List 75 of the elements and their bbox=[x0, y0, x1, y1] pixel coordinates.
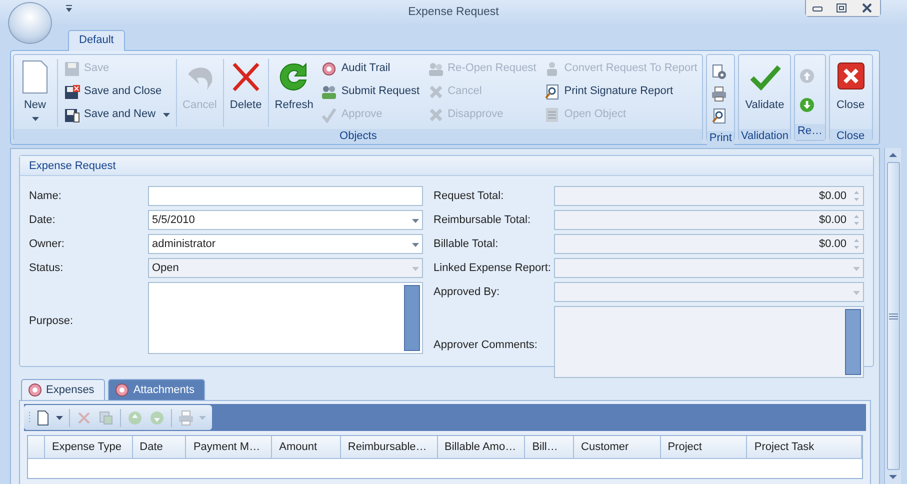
ribbon-button[interactable]: New bbox=[16, 57, 54, 129]
magnifier-page-icon bbox=[711, 108, 728, 124]
field-label: Status: bbox=[29, 261, 64, 276]
customize-toolbar-icon[interactable] bbox=[64, 4, 74, 14]
caret-icon bbox=[852, 266, 860, 270]
field-label: Owner: bbox=[29, 237, 66, 252]
column-header[interactable]: Date bbox=[132, 436, 186, 458]
check-icon bbox=[321, 106, 338, 122]
text-area[interactable] bbox=[148, 282, 423, 354]
document-icon bbox=[544, 106, 560, 122]
caret-icon bbox=[412, 266, 419, 270]
x-icon bbox=[428, 106, 444, 122]
panel-title: Expense Request bbox=[20, 156, 873, 176]
group-label: Re… bbox=[795, 124, 825, 140]
field-label: Date: bbox=[29, 213, 56, 228]
ribbon-button[interactable]: Audit Trail bbox=[318, 57, 423, 80]
copy-icon bbox=[98, 410, 114, 426]
ribbon-button[interactable]: Delete bbox=[226, 57, 265, 129]
caret-icon bbox=[412, 218, 419, 222]
column-header[interactable]: Bill… bbox=[525, 436, 574, 458]
application-menu-button[interactable] bbox=[8, 2, 52, 44]
minimize-icon bbox=[812, 4, 824, 12]
minimize-button[interactable] bbox=[806, 0, 830, 16]
column-header[interactable]: Project bbox=[660, 436, 748, 458]
field-label: Purpose: bbox=[29, 314, 74, 329]
window-title: Expense Request bbox=[408, 5, 499, 20]
dropdown-field[interactable]: administrator bbox=[148, 234, 423, 254]
magnifier-page-icon bbox=[544, 84, 560, 100]
column-header[interactable]: Customer bbox=[574, 436, 661, 458]
ribbon-button[interactable]: Submit Request bbox=[318, 80, 423, 103]
close-icon bbox=[861, 3, 873, 13]
group-label: Objects bbox=[14, 129, 702, 144]
ribbon-button[interactable]: Validate bbox=[742, 57, 788, 129]
column-header[interactable]: Amount bbox=[272, 436, 341, 458]
close-window-button[interactable] bbox=[854, 0, 880, 16]
ribbon-tab[interactable]: Default bbox=[68, 30, 125, 51]
column-header[interactable]: Expense Type bbox=[44, 436, 133, 458]
caret-icon bbox=[852, 290, 860, 294]
printer-icon bbox=[178, 410, 194, 426]
ribbon-button[interactable]: Print Signature Report bbox=[541, 80, 700, 103]
printer-icon bbox=[711, 86, 728, 102]
ribbon-button[interactable]: Save and New bbox=[61, 103, 173, 126]
field-label: Reimbursable Total: bbox=[434, 213, 532, 228]
restore-icon bbox=[836, 3, 848, 13]
group-label: Close bbox=[830, 129, 872, 144]
spin-arrows-icon bbox=[852, 189, 860, 203]
spin-arrows-icon bbox=[852, 237, 860, 251]
scrollbar[interactable] bbox=[404, 285, 420, 351]
caret-icon bbox=[412, 242, 419, 246]
column-header[interactable]: Payment M… bbox=[186, 436, 272, 458]
group-label: Print bbox=[707, 131, 734, 146]
grip-icon bbox=[888, 312, 898, 320]
page-settings-icon bbox=[711, 64, 728, 80]
x-icon bbox=[428, 84, 444, 100]
field-label: Billable Total: bbox=[434, 237, 500, 252]
vertical-scrollbar[interactable] bbox=[884, 148, 901, 484]
field-label: Name: bbox=[29, 189, 62, 204]
spin-arrows-icon bbox=[852, 213, 860, 227]
field-label: Linked Expense Report: bbox=[434, 261, 552, 276]
tab[interactable]: Attachments bbox=[108, 379, 206, 400]
tab[interactable]: Expenses bbox=[21, 379, 106, 400]
ribbon-button[interactable]: Refresh bbox=[272, 57, 316, 129]
delete-x-icon bbox=[76, 410, 92, 426]
dropdown-field[interactable]: 5/5/2010 bbox=[148, 210, 423, 230]
ribbon-button[interactable]: Save and Close bbox=[61, 80, 173, 103]
column-header[interactable]: Reimbursable… bbox=[340, 436, 438, 458]
field-label: Approved By: bbox=[434, 285, 501, 300]
input-field[interactable] bbox=[148, 186, 423, 206]
column-header[interactable]: Billable Amo… bbox=[438, 436, 526, 458]
field-label: Request Total: bbox=[434, 189, 505, 204]
group-label: Validation bbox=[738, 129, 790, 144]
field-label: Approver Comments: bbox=[434, 338, 538, 353]
new-page-icon bbox=[35, 410, 51, 426]
ribbon-button[interactable]: Close bbox=[832, 57, 870, 129]
column-header[interactable]: Project Task bbox=[747, 436, 862, 458]
